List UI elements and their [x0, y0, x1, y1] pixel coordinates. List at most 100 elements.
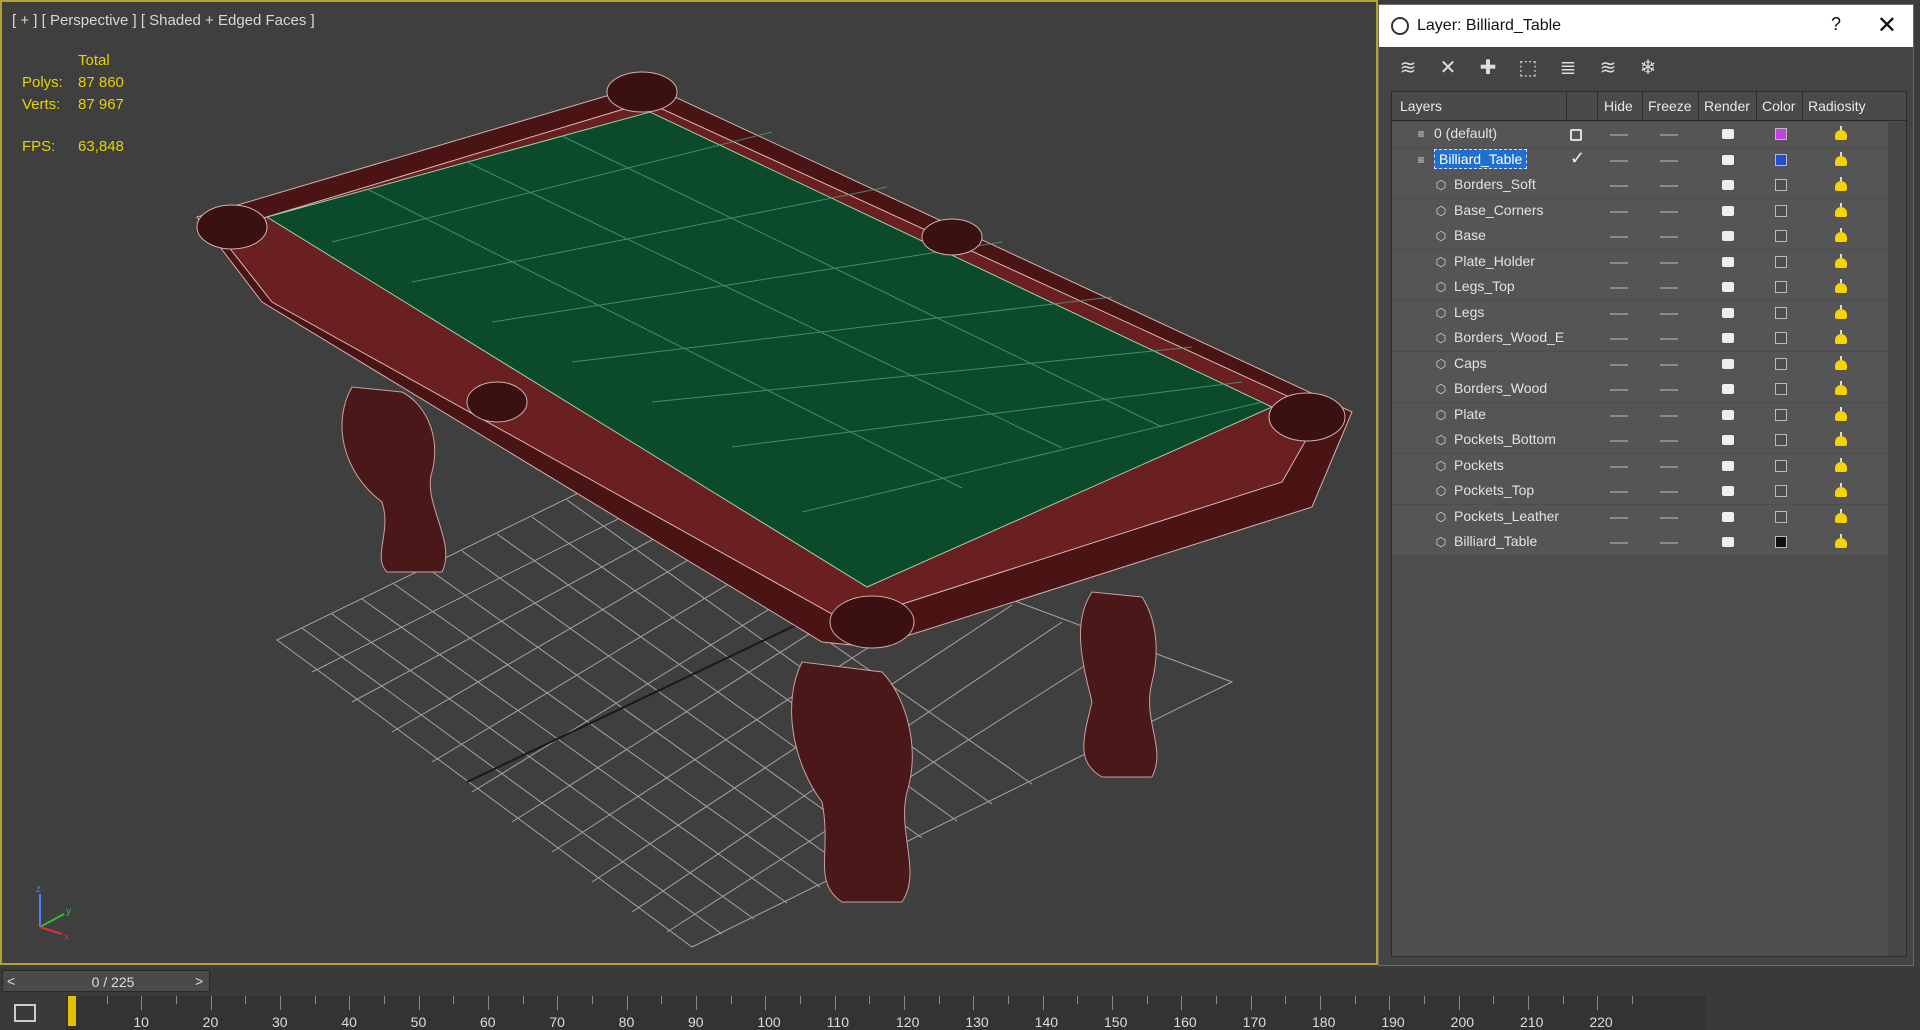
help-button[interactable]: ?: [1831, 14, 1841, 35]
mini-curve-editor-icon[interactable]: [14, 1004, 36, 1022]
layer-row-name[interactable]: Pockets: [1454, 457, 1504, 473]
render-teapot-icon[interactable]: [1722, 282, 1734, 292]
hide-toggle[interactable]: [1610, 338, 1628, 340]
radiosity-icon[interactable]: [1832, 253, 1850, 270]
hide-toggle[interactable]: [1610, 236, 1628, 238]
radiosity-icon[interactable]: [1832, 381, 1850, 397]
layer-row[interactable]: ⬡ Base: [1392, 224, 1888, 249]
layer-row[interactable]: ⬡ Legs_Top: [1392, 275, 1888, 300]
layer-color-swatch[interactable]: [1775, 255, 1787, 268]
layer-color-swatch[interactable]: [1775, 179, 1787, 191]
render-teapot-icon[interactable]: [1722, 486, 1734, 496]
layer-row[interactable]: ⬡ Pockets_Top: [1392, 479, 1888, 504]
layer-color-swatch[interactable]: [1775, 230, 1787, 242]
layer-row-name[interactable]: Caps: [1454, 355, 1487, 371]
close-button[interactable]: ✕: [1877, 11, 1897, 40]
viewport-shading-menu[interactable]: [ Shaded + Edged Faces ]: [141, 12, 315, 29]
new-layer-icon[interactable]: ≋: [1393, 53, 1423, 83]
layer-row[interactable]: ⬡ Pockets: [1392, 453, 1888, 479]
layer-row[interactable]: ≡ Billiard_Table ✓: [1392, 147, 1888, 173]
render-teapot-icon[interactable]: [1722, 409, 1734, 420]
column-layers[interactable]: Layers: [1400, 98, 1442, 114]
layer-row[interactable]: ⬡ Legs: [1392, 300, 1888, 326]
column-radiosity[interactable]: Radiosity: [1808, 98, 1866, 114]
radiosity-icon[interactable]: [1832, 355, 1850, 372]
render-teapot-icon[interactable]: [1722, 154, 1734, 165]
column-render[interactable]: Render: [1704, 98, 1750, 114]
radiosity-icon[interactable]: [1832, 151, 1850, 168]
layer-color-swatch[interactable]: [1775, 204, 1787, 217]
layer-row-name[interactable]: Plate_Holder: [1454, 253, 1535, 269]
hide-toggle[interactable]: [1610, 389, 1628, 391]
radiosity-icon[interactable]: [1832, 508, 1850, 525]
freeze-toggle[interactable]: [1660, 312, 1678, 315]
layer-list-scrollbar[interactable]: [1888, 122, 1906, 956]
viewport-menu-plus[interactable]: [ + ]: [12, 12, 37, 29]
time-ruler[interactable]: 10 20 30 40 50 60 70 80 90 100 110 120 130 140 150 160 1…: [66, 996, 1706, 1030]
hide-toggle[interactable]: [1610, 465, 1628, 468]
layer-row[interactable]: ⬡ Borders_Soft: [1392, 173, 1888, 198]
render-teapot-icon[interactable]: [1722, 358, 1734, 369]
hide-toggle[interactable]: [1610, 440, 1628, 442]
current-layer-toggle-icon[interactable]: [1570, 129, 1582, 141]
layer-color-swatch[interactable]: [1775, 306, 1787, 319]
add-to-layer-icon[interactable]: ✚: [1473, 53, 1503, 83]
freeze-toggle[interactable]: [1660, 134, 1678, 136]
current-frame-marker[interactable]: [68, 996, 76, 1026]
next-frame-button[interactable]: >: [195, 973, 203, 989]
render-teapot-icon[interactable]: [1722, 307, 1734, 318]
hide-toggle[interactable]: [1610, 312, 1628, 315]
hide-toggle[interactable]: [1610, 261, 1628, 264]
layer-row[interactable]: ⬡ Pockets_Leather: [1392, 504, 1888, 530]
layer-row[interactable]: ≡ 0 (default): [1392, 122, 1888, 147]
hide-toggle[interactable]: [1610, 491, 1628, 493]
prev-frame-button[interactable]: <: [7, 973, 15, 989]
render-teapot-icon[interactable]: [1722, 537, 1734, 547]
viewport-view-menu[interactable]: [ Perspective ]: [42, 12, 137, 29]
render-teapot-icon[interactable]: [1722, 205, 1734, 216]
layer-color-swatch[interactable]: [1775, 128, 1787, 140]
render-teapot-icon[interactable]: [1722, 231, 1734, 241]
layer-row-name[interactable]: Borders_Wood: [1454, 380, 1547, 396]
render-teapot-icon[interactable]: [1722, 384, 1734, 394]
layer-row-name[interactable]: Pockets_Top: [1454, 482, 1534, 498]
render-teapot-icon[interactable]: [1722, 435, 1734, 445]
dialog-titlebar[interactable]: Layer: Billiard_Table ? ✕: [1379, 5, 1913, 47]
render-teapot-icon[interactable]: [1722, 333, 1734, 343]
layer-row-name[interactable]: Borders_Wood_E: [1454, 329, 1564, 345]
hide-toggle[interactable]: [1610, 210, 1628, 213]
layer-color-swatch[interactable]: [1775, 510, 1787, 523]
freeze-toggle[interactable]: [1660, 491, 1678, 493]
layer-row[interactable]: ⬡ Plate: [1392, 402, 1888, 428]
column-color[interactable]: Color: [1762, 98, 1795, 114]
layer-color-swatch[interactable]: [1775, 485, 1787, 497]
radiosity-icon[interactable]: [1832, 534, 1850, 550]
column-hide[interactable]: Hide: [1604, 98, 1633, 114]
layer-row-name[interactable]: Borders_Soft: [1454, 176, 1536, 192]
render-teapot-icon[interactable]: [1722, 180, 1734, 190]
radiosity-icon[interactable]: [1832, 304, 1850, 321]
layer-row[interactable]: ⬡ Plate_Holder: [1392, 249, 1888, 275]
radiosity-icon[interactable]: [1832, 202, 1850, 219]
time-slider[interactable]: < 0 / 225 >: [2, 970, 210, 992]
hide-toggle[interactable]: [1610, 159, 1628, 162]
freeze-toggle[interactable]: [1660, 261, 1678, 264]
highlight-layer-icon[interactable]: ≣: [1553, 53, 1583, 83]
hide-toggle[interactable]: [1610, 287, 1628, 289]
freeze-toggle[interactable]: [1660, 185, 1678, 187]
freeze-toggle[interactable]: [1660, 389, 1678, 391]
layer-row-name[interactable]: Billiard_Table: [1434, 148, 1528, 169]
layer-row-name[interactable]: Pockets_Bottom: [1454, 431, 1556, 447]
layer-color-swatch[interactable]: [1775, 281, 1787, 293]
radiosity-icon[interactable]: [1832, 177, 1850, 193]
layer-row[interactable]: ⬡ Borders_Wood: [1392, 377, 1888, 402]
freeze-toggle[interactable]: [1660, 363, 1678, 366]
hide-toggle[interactable]: [1610, 542, 1628, 544]
freeze-toggle[interactable]: [1660, 542, 1678, 544]
layer-color-swatch[interactable]: [1775, 459, 1787, 472]
layer-row-name[interactable]: Pockets_Leather: [1454, 508, 1559, 524]
layer-row-name[interactable]: Billiard_Table: [1454, 533, 1537, 549]
layer-color-swatch[interactable]: [1775, 153, 1787, 166]
layer-row-name[interactable]: Legs_Top: [1454, 278, 1515, 294]
layer-color-swatch[interactable]: [1775, 383, 1787, 395]
